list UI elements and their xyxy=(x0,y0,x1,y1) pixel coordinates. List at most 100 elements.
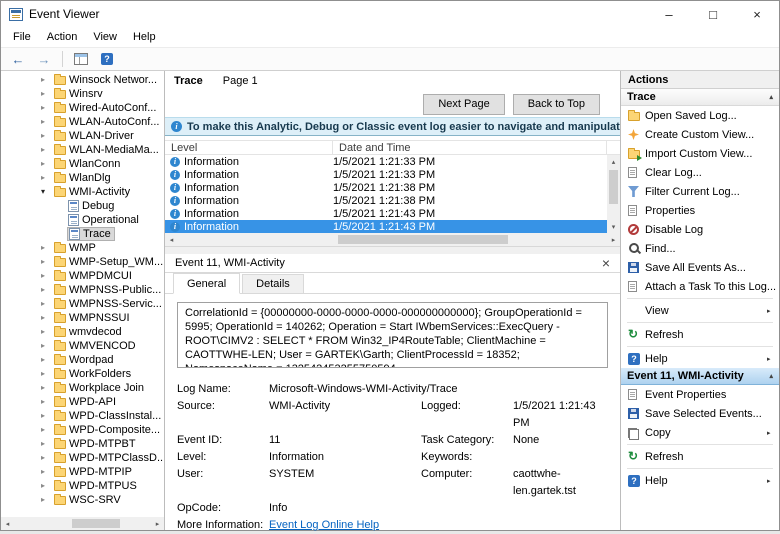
tree-item[interactable]: WPD-Composite... xyxy=(1,423,164,437)
tree-item[interactable]: WSC-SRV xyxy=(1,493,164,507)
tree-item-debug[interactable]: Debug xyxy=(1,199,164,213)
tree-item-operational[interactable]: Operational xyxy=(1,213,164,227)
action-event-properties[interactable]: Event Properties xyxy=(621,385,779,404)
chevron-right-icon[interactable] xyxy=(41,269,53,283)
scroll-down-button[interactable] xyxy=(607,220,620,233)
chevron-right-icon[interactable] xyxy=(41,115,53,129)
tree-item[interactable]: WMPDMCUI xyxy=(1,269,164,283)
back-to-top-button[interactable]: Back to Top xyxy=(513,94,600,115)
action-copy[interactable]: Copy xyxy=(621,423,779,442)
tree-item[interactable]: WPD-MTPBT xyxy=(1,437,164,451)
event-row[interactable]: Information1/5/2021 1:21:38 PM xyxy=(165,181,607,194)
actions-section-trace[interactable]: Trace xyxy=(621,89,779,106)
chevron-right-icon[interactable] xyxy=(41,157,53,171)
menu-view[interactable]: View xyxy=(85,27,125,47)
tab-general[interactable]: General xyxy=(173,273,240,294)
action-create-custom-view[interactable]: Create Custom View... xyxy=(621,125,779,144)
tree-item[interactable]: Wired-AutoConf... xyxy=(1,101,164,115)
scrollbar-thumb[interactable] xyxy=(338,235,508,244)
chevron-right-icon[interactable] xyxy=(41,311,53,325)
tree-item[interactable]: WMP-Setup_WM... xyxy=(1,255,164,269)
chevron-right-icon[interactable] xyxy=(41,353,53,367)
scroll-left-button[interactable] xyxy=(1,517,14,530)
tree-item-wmi-activity[interactable]: WMI-Activity xyxy=(1,185,164,199)
tree-item[interactable]: Winsock Networ... xyxy=(1,73,164,87)
chevron-down-icon[interactable] xyxy=(41,185,53,199)
tree-item[interactable]: WMPNSS-Public... xyxy=(1,283,164,297)
event-log-online-help-link[interactable]: Event Log Online Help xyxy=(269,519,379,531)
chevron-right-icon[interactable] xyxy=(41,297,53,311)
column-header-level[interactable]: Level xyxy=(165,141,333,154)
tree-item[interactable]: WPD-MTPIP xyxy=(1,465,164,479)
scrollbar-track[interactable] xyxy=(607,168,620,220)
tree-item[interactable]: WPD-MTPClassD... xyxy=(1,451,164,465)
minimize-button[interactable]: – xyxy=(647,1,691,27)
tree-item[interactable]: WMPNSS-Servic... xyxy=(1,297,164,311)
chevron-right-icon[interactable] xyxy=(41,241,53,255)
tree-item[interactable]: WorkFolders xyxy=(1,367,164,381)
action-help[interactable]: Help xyxy=(621,349,779,368)
event-row[interactable]: Information1/5/2021 1:21:33 PM xyxy=(165,168,607,181)
close-button[interactable]: × xyxy=(735,1,779,27)
action-clear-log[interactable]: Clear Log... xyxy=(621,163,779,182)
scrollbar-track[interactable] xyxy=(178,233,607,246)
console-tree-button[interactable] xyxy=(70,49,92,69)
chevron-right-icon[interactable] xyxy=(41,437,53,451)
chevron-right-icon[interactable] xyxy=(41,367,53,381)
chevron-right-icon[interactable] xyxy=(41,451,53,465)
scroll-left-button[interactable] xyxy=(165,233,178,246)
scroll-up-button[interactable] xyxy=(607,155,620,168)
chevron-right-icon[interactable] xyxy=(41,395,53,409)
tab-details[interactable]: Details xyxy=(242,274,304,293)
chevron-right-icon[interactable] xyxy=(41,325,53,339)
action-attach-task[interactable]: Attach a Task To this Log... xyxy=(621,277,779,296)
tree-item[interactable]: WLAN-MediaMa... xyxy=(1,143,164,157)
chevron-right-icon[interactable] xyxy=(41,129,53,143)
scrollbar-thumb[interactable] xyxy=(609,170,618,204)
tree-item[interactable]: WPD-ClassInstal... xyxy=(1,409,164,423)
menu-file[interactable]: File xyxy=(5,27,39,47)
scroll-right-button[interactable] xyxy=(607,233,620,246)
scroll-right-button[interactable] xyxy=(151,517,164,530)
action-filter-current-log[interactable]: Filter Current Log... xyxy=(621,182,779,201)
event-row[interactable]: Information1/5/2021 1:21:38 PM xyxy=(165,194,607,207)
event-description[interactable]: CorrelationId = {00000000-0000-0000-0000… xyxy=(177,302,608,368)
forward-button[interactable] xyxy=(33,49,55,69)
chevron-right-icon[interactable] xyxy=(41,465,53,479)
tree-item[interactable]: WPD-MTPUS xyxy=(1,479,164,493)
collapse-icon[interactable] xyxy=(769,93,773,101)
tree-item[interactable]: Workplace Join xyxy=(1,381,164,395)
tree-horizontal-scrollbar[interactable] xyxy=(1,517,164,530)
chevron-right-icon[interactable] xyxy=(41,171,53,185)
event-row-selected[interactable]: Information1/5/2021 1:21:43 PM xyxy=(165,220,607,233)
action-help-event[interactable]: Help xyxy=(621,471,779,490)
tree-item[interactable]: WMVENCOD xyxy=(1,339,164,353)
back-button[interactable] xyxy=(7,49,29,69)
event-row[interactable]: Information1/5/2021 1:21:43 PM xyxy=(165,207,607,220)
tree-item[interactable]: wmvdecod xyxy=(1,325,164,339)
chevron-right-icon[interactable] xyxy=(41,87,53,101)
scrollbar-track[interactable] xyxy=(14,517,151,530)
chevron-right-icon[interactable] xyxy=(41,73,53,87)
chevron-right-icon[interactable] xyxy=(41,409,53,423)
tree-item[interactable]: WlanConn xyxy=(1,157,164,171)
action-properties[interactable]: Properties xyxy=(621,201,779,220)
chevron-right-icon[interactable] xyxy=(41,255,53,269)
chevron-right-icon[interactable] xyxy=(41,101,53,115)
menu-help[interactable]: Help xyxy=(125,27,164,47)
tree-item[interactable]: Winsrv xyxy=(1,87,164,101)
tree-item[interactable]: WMPNSSUI xyxy=(1,311,164,325)
tree-item[interactable]: WlanDlg xyxy=(1,171,164,185)
action-find[interactable]: Find... xyxy=(621,239,779,258)
tree-item[interactable]: WPD-API xyxy=(1,395,164,409)
tree-item[interactable]: WMP xyxy=(1,241,164,255)
chevron-right-icon[interactable] xyxy=(41,493,53,507)
action-save-selected-events[interactable]: Save Selected Events... xyxy=(621,404,779,423)
tree-item[interactable]: WLAN-AutoConf... xyxy=(1,115,164,129)
scrollbar-thumb[interactable] xyxy=(72,519,120,528)
collapse-icon[interactable] xyxy=(769,372,773,380)
action-refresh[interactable]: Refresh xyxy=(621,325,779,344)
close-icon[interactable] xyxy=(598,255,614,271)
chevron-right-icon[interactable] xyxy=(41,381,53,395)
tree-item[interactable]: Wordpad xyxy=(1,353,164,367)
